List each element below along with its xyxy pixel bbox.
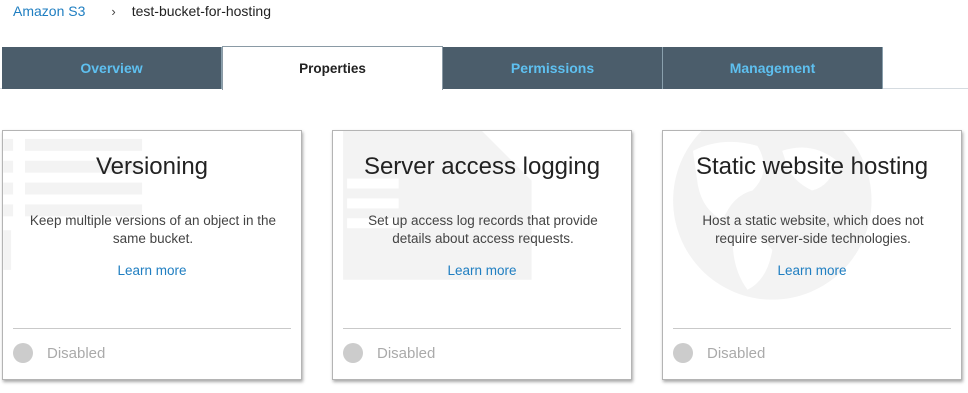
tab-overview[interactable]: Overview (2, 47, 222, 89)
status-indicator: Disabled (13, 342, 105, 364)
tab-bar: Overview Properties Permissions Manageme… (2, 46, 883, 90)
status-indicator: Disabled (673, 342, 765, 364)
status-label: Disabled (707, 344, 766, 362)
server-access-logging-card[interactable]: Server access logging Set up access log … (332, 130, 632, 380)
status-dot-icon (673, 343, 693, 363)
breadcrumb-root-link[interactable]: Amazon S3 (13, 3, 85, 19)
card-title: Static website hosting (695, 153, 929, 180)
s3-bucket-page: Amazon S3 › test-bucket-for-hosting Over… (0, 0, 968, 393)
tab-permissions[interactable]: Permissions (443, 47, 663, 89)
card-description: Host a static website, which does not re… (702, 213, 924, 246)
versioning-card[interactable]: Versioning Keep multiple versions of an … (2, 130, 302, 380)
learn-more-link[interactable]: Learn more (3, 263, 301, 278)
breadcrumb-separator-icon: › (111, 3, 116, 19)
status-dot-icon (343, 343, 363, 363)
card-title: Versioning (95, 153, 209, 180)
breadcrumb-current: test-bucket-for-hosting (131, 3, 272, 19)
breadcrumb: Amazon S3 › test-bucket-for-hosting (13, 2, 271, 20)
tab-management[interactable]: Management (663, 47, 883, 89)
card-title: Server access logging (363, 153, 601, 180)
card-description: Set up access log records that provide d… (368, 213, 598, 246)
learn-more-link[interactable]: Learn more (333, 263, 631, 278)
card-divider (13, 328, 291, 329)
learn-more-link[interactable]: Learn more (663, 263, 961, 278)
card-divider (673, 328, 951, 329)
status-label: Disabled (377, 344, 436, 362)
status-indicator: Disabled (343, 342, 435, 364)
status-dot-icon (13, 343, 33, 363)
card-divider (343, 328, 621, 329)
tab-properties[interactable]: Properties (222, 46, 443, 90)
static-website-hosting-card[interactable]: Static website hosting Host a static web… (662, 130, 962, 380)
card-description: Keep multiple versions of an object in t… (29, 213, 277, 246)
status-label: Disabled (47, 344, 106, 362)
